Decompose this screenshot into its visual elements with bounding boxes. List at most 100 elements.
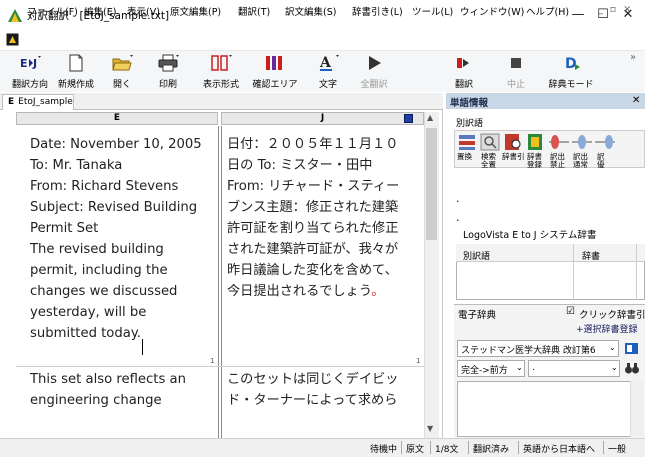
- svg-text:A: A: [319, 55, 332, 71]
- svg-text:J: J: [32, 57, 37, 70]
- sync-toggle-icon[interactable]: [404, 114, 413, 123]
- status-source: 原文: [406, 445, 425, 455]
- menu-target-edit[interactable]: 訳文編集(S): [285, 4, 336, 18]
- english-line: engineering change: [30, 393, 162, 408]
- mdi-controls[interactable]: _ ▫ ×: [598, 4, 633, 15]
- translate-all-label: 全翻訳: [360, 80, 388, 90]
- print-button[interactable]: 印刷: [146, 50, 190, 92]
- chevron-down-icon[interactable]: ⌄: [516, 363, 523, 372]
- menu-source-edit[interactable]: 原文編集(P): [170, 4, 221, 18]
- japanese-paragraph[interactable]: 日付：２００５年１１月１０ 日の To: ミスター・田中 From: リチャード…: [227, 134, 399, 302]
- dictionary-mode-button[interactable]: D 辞典モード: [546, 50, 596, 92]
- svg-text:E: E: [20, 57, 28, 70]
- japanese-line: 許可証を割り当てられた修正: [227, 221, 399, 236]
- font-button[interactable]: A 文字: [306, 50, 350, 92]
- translate-all-button[interactable]: 全翻訳: [352, 50, 396, 92]
- english-line: From: Richard Stevens: [30, 179, 179, 194]
- chevron-down-icon[interactable]: ⌄: [609, 343, 616, 352]
- menu-help[interactable]: ヘルプ(H): [526, 4, 569, 18]
- dictionary-select[interactable]: ステッドマン医学大辞典 改訂第6: [457, 340, 619, 357]
- chevron-down-icon[interactable]: ⌄: [611, 363, 618, 372]
- scroll-up-icon[interactable]: ▲: [427, 113, 433, 122]
- display-format-button[interactable]: 表示形式: [196, 50, 246, 92]
- dictionary-lookup-icon[interactable]: [503, 133, 523, 151]
- toolbar-overflow[interactable]: »: [630, 52, 636, 63]
- search-replace-icon[interactable]: [480, 133, 500, 151]
- japanese-line: 昨日議論した変化を含めて、: [227, 263, 398, 278]
- japanese-line: ド・ターナーによって求めら: [227, 393, 398, 408]
- search-input[interactable]: .: [528, 360, 620, 377]
- status-divider: [401, 441, 402, 454]
- text-cursor: [142, 339, 143, 355]
- register-dictionary-link[interactable]: +選択辞書登録: [576, 322, 638, 335]
- result-scrollbar[interactable]: [630, 381, 643, 437]
- block-translation-icon[interactable]: [549, 133, 569, 151]
- menu-dictionary[interactable]: 辞書引き(L): [352, 4, 403, 18]
- direction-button[interactable]: E J 翻訳方向: [8, 50, 52, 92]
- click-lookup-label: クリック辞書引: [579, 310, 645, 321]
- menu-view[interactable]: 表示(V): [127, 4, 160, 18]
- english-line: Date: November 10, 2005: [30, 137, 202, 152]
- english-line: To: Mr. Tanaka: [30, 158, 123, 173]
- scrollbar-thumb[interactable]: [426, 128, 437, 240]
- doc-icon: [6, 33, 19, 46]
- binoculars-icon[interactable]: [624, 361, 640, 376]
- normal-label: 訳出 通常: [573, 152, 588, 169]
- search-replace-label: 検索 全置: [481, 152, 496, 169]
- column-divider-inner: [221, 126, 222, 438]
- open-button[interactable]: 開く: [100, 50, 144, 92]
- japanese-line: 日の To: ミスター・田中: [227, 158, 373, 173]
- menu-translate[interactable]: 翻訳(T): [238, 4, 270, 18]
- block-label: 訳出 禁止: [550, 152, 565, 169]
- open-folder-icon: [112, 55, 133, 71]
- priority-translation-icon[interactable]: [595, 133, 615, 151]
- table-column-divider: [636, 244, 637, 300]
- app-icon: [8, 9, 22, 22]
- new-button[interactable]: 新規作成: [54, 50, 98, 92]
- table-column-divider: [573, 244, 574, 300]
- translate-button[interactable]: 翻訳: [442, 50, 486, 92]
- menu-file[interactable]: ファイル(F): [27, 4, 78, 18]
- scroll-down-icon[interactable]: ▼: [427, 424, 433, 433]
- english-paragraph[interactable]: Date: November 10, 2005 To: Mr. Tanaka F…: [30, 134, 202, 344]
- document-tab[interactable]: E EtoJ_sample.t: [2, 94, 74, 110]
- menu-edit[interactable]: 編集(E): [84, 4, 116, 18]
- sentence-end-marker: 。: [371, 284, 385, 299]
- paragraph-number-english: 1: [210, 357, 215, 365]
- tab-label: EtoJ_sample.t: [18, 97, 74, 107]
- japanese-line: 今日提出されるでしょう。: [227, 284, 385, 299]
- english-line: changes we discussed: [30, 284, 178, 299]
- menu-window[interactable]: ウィンドウ(W): [460, 4, 524, 18]
- minimize-button[interactable]: —: [569, 6, 587, 24]
- replace-icon[interactable]: [457, 133, 477, 151]
- match-mode-select[interactable]: 完全->前方: [457, 360, 525, 377]
- stop-button[interactable]: 中止: [494, 50, 538, 92]
- dictionary-book-icon[interactable]: [624, 341, 640, 356]
- layout-icon: [211, 55, 232, 71]
- click-lookup-checkbox[interactable]: ☑: [566, 306, 575, 317]
- column-header-japanese[interactable]: J: [221, 112, 424, 125]
- open-label: 開く: [112, 80, 131, 90]
- japanese-paragraph-2[interactable]: このセットは同じくデイビッ ド・ターナーによって求めら: [227, 369, 398, 411]
- font-label: 文字: [318, 80, 337, 90]
- status-divider: [468, 441, 469, 454]
- status-sentence: 1/8文: [435, 445, 459, 455]
- menu-tools[interactable]: ツール(L): [412, 4, 453, 18]
- dictionary-result-area[interactable]: [457, 381, 643, 437]
- display-format-label: 表示形式: [202, 80, 239, 90]
- japanese-line: された建築許可証が、我々が: [227, 242, 399, 257]
- alt-words-col-word[interactable]: 別訳語: [463, 249, 490, 262]
- normal-translation-icon[interactable]: [572, 133, 592, 151]
- english-line: The revised building: [30, 242, 164, 257]
- bullet: ·: [456, 214, 460, 227]
- paragraph-separator: [16, 366, 424, 367]
- alt-words-col-dict[interactable]: 辞書: [582, 249, 600, 262]
- status-translated: 翻訳済み: [473, 445, 510, 455]
- dictionary-register-icon[interactable]: [526, 133, 546, 151]
- column-header-english[interactable]: E: [16, 112, 218, 125]
- panel-close-icon[interactable]: ✕: [632, 95, 640, 106]
- print-label: 印刷: [158, 80, 177, 90]
- stop-label: 中止: [506, 80, 525, 90]
- english-paragraph-2[interactable]: This set also reflects an engineering ch…: [30, 369, 186, 411]
- confirm-area-button[interactable]: 確認エリア: [250, 50, 300, 92]
